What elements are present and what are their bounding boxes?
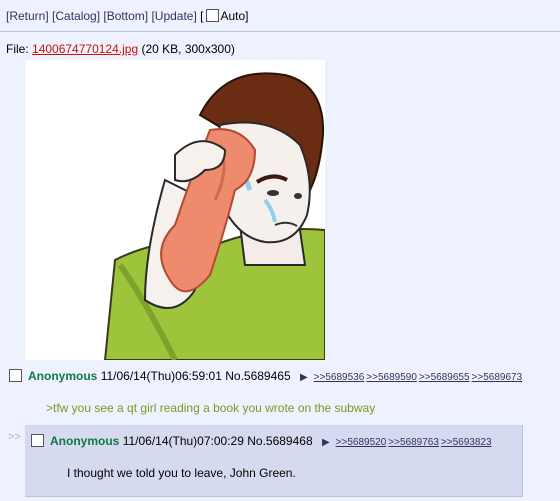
reply-select-checkbox[interactable] xyxy=(31,434,44,447)
op-post-number[interactable]: No.5689465 xyxy=(225,369,290,383)
file-prefix: File: xyxy=(6,42,33,56)
auto-bracket: [ xyxy=(200,9,204,23)
reply-message: I thought we told you to leave, John Gre… xyxy=(67,466,296,480)
post-menu-arrow-icon[interactable]: ▶ xyxy=(300,372,308,383)
post-image[interactable] xyxy=(25,60,325,360)
op-message-greentext: >tfw you see a qt girl reading a book yo… xyxy=(46,401,376,415)
divider xyxy=(0,31,560,32)
reply-backlink[interactable]: >>5689763 xyxy=(388,437,439,448)
op-backlink[interactable]: >>5689536 xyxy=(314,372,365,383)
sweating-man-image xyxy=(103,72,325,360)
file-meta: (20 KB, 300x300) xyxy=(141,42,235,56)
catalog-link[interactable]: [Catalog] xyxy=(52,9,100,23)
reply-post-header: Anonymous 11/06/14(Thu)07:00:29 No.56894… xyxy=(31,434,494,448)
op-backlink[interactable]: >>5689673 xyxy=(472,372,523,383)
op-datetime: 11/06/14(Thu)06:59:01 xyxy=(100,369,222,383)
file-info: File: 1400674770124.jpg (20 KB, 300x300) xyxy=(6,42,235,56)
reply-backlink[interactable]: >>5693823 xyxy=(441,437,492,448)
reply-side-arrows: >> xyxy=(8,431,21,443)
top-navigation: [Return] [Catalog] [Bottom] [Update] [ Au… xyxy=(6,9,249,23)
reply-poster-name: Anonymous xyxy=(50,434,120,448)
auto-checkbox[interactable] xyxy=(205,9,219,22)
op-select-checkbox[interactable] xyxy=(9,369,22,382)
op-backlink[interactable]: >>5689655 xyxy=(419,372,470,383)
return-link[interactable]: [Return] xyxy=(6,9,49,23)
update-link[interactable]: [Update] xyxy=(151,9,196,23)
post-menu-arrow-icon[interactable]: ▶ xyxy=(322,437,330,448)
bottom-link[interactable]: [Bottom] xyxy=(103,9,148,23)
op-post-header: Anonymous 11/06/14(Thu)06:59:01 No.56894… xyxy=(9,369,524,383)
op-backlink[interactable]: >>5689590 xyxy=(366,372,417,383)
reply-datetime: 11/06/14(Thu)07:00:29 xyxy=(122,434,244,448)
reply-backlink[interactable]: >>5689520 xyxy=(336,437,387,448)
op-poster-name: Anonymous xyxy=(28,369,98,383)
file-name-link[interactable]: 1400674770124.jpg xyxy=(32,42,138,56)
reply-post-number[interactable]: No.5689468 xyxy=(247,434,312,448)
auto-label: Auto] xyxy=(220,9,249,23)
